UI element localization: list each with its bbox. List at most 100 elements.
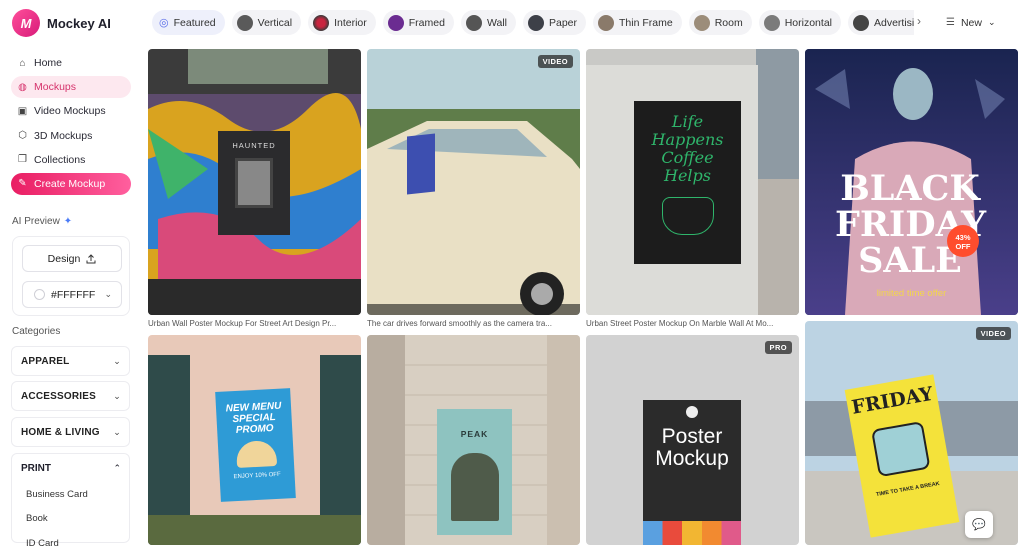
collections-icon: ❐ — [18, 154, 27, 166]
create-mockup-button[interactable]: ✎ Create Mockup — [11, 172, 131, 195]
sort-icon: ☰ — [946, 17, 955, 28]
sort-dropdown[interactable]: ☰ New ⌄ — [946, 12, 1008, 33]
poster-title: NEW MENU SPECIAL PROMO — [225, 400, 282, 437]
filter-bar: ◎ Featured Vertical Interior Framed Wall… — [152, 10, 914, 35]
chat-icon: 💬 — [972, 519, 986, 531]
chip-thumbnail — [693, 14, 710, 31]
cans-illustration — [871, 420, 931, 478]
upload-icon — [86, 253, 96, 263]
nav-item-3d-mockups[interactable]: ⬡ 3D Mockups — [11, 125, 131, 147]
cube-icon: ⬡ — [18, 130, 27, 142]
nav-item-video-mockups[interactable]: ▣ Video Mockups — [11, 100, 131, 122]
chip-label: Featured — [173, 16, 216, 29]
poster-subtitle: limited time offer — [876, 288, 947, 299]
mockup-card[interactable]: VIDEO — [367, 49, 580, 315]
nav-item-collections[interactable]: ❐ Collections — [11, 149, 131, 171]
poster-title: FRIDAY — [849, 382, 935, 419]
category-home-living[interactable]: HOME & LIVING ⌄ — [11, 417, 130, 447]
chat-feedback-button[interactable]: 💬 — [965, 511, 993, 538]
color-swatch — [34, 289, 45, 300]
chip-thumbnail — [763, 14, 780, 31]
category-item-book[interactable]: Book — [12, 507, 129, 532]
mockup-card[interactable]: Life Happens Coffee Helps — [586, 49, 799, 315]
ai-preview-panel: Design #FFFFFF ⌄ — [12, 236, 130, 316]
categories-label: Categories — [12, 326, 61, 337]
nav-item-mockups[interactable]: ◍ Mockups — [11, 76, 131, 99]
app-name: Mockey AI — [47, 15, 111, 31]
card-caption: The car drives forward smoothly as the c… — [367, 319, 552, 328]
chevron-down-icon: ⌄ — [987, 17, 996, 27]
filter-chip-thin-frame[interactable]: Thin Frame — [593, 10, 682, 35]
poster-illustration — [661, 197, 714, 235]
mockup-card[interactable]: NEW MENU SPECIAL PROMO ENJOY 10% OFF — [148, 335, 361, 545]
category-label: PRINT — [21, 462, 51, 474]
poster-logo-icon — [686, 406, 698, 418]
chip-label: Paper — [548, 16, 578, 29]
pro-badge: PRO — [764, 341, 792, 354]
chevron-down-icon: ⌄ — [113, 426, 121, 437]
chip-thumbnail — [387, 14, 404, 31]
chevron-down-icon: ⌄ — [113, 390, 121, 401]
color-value: #FFFFFF — [51, 288, 96, 301]
discount-badge: 43% OFF — [947, 225, 979, 257]
filter-chip-room[interactable]: Room — [688, 10, 752, 35]
palette-icon: ◍ — [18, 81, 27, 93]
chevron-down-icon: ⌄ — [113, 355, 121, 366]
sort-label: New — [960, 16, 982, 29]
filter-chip-horizontal[interactable]: Horizontal — [758, 10, 841, 35]
poster: PEAK — [437, 409, 512, 535]
mockup-card[interactable]: HAUNTED — [148, 49, 361, 315]
filter-chip-framed[interactable]: Framed — [382, 10, 454, 35]
chip-thumbnail — [236, 14, 253, 31]
category-label: APPAREL — [21, 355, 70, 367]
nav-item-home[interactable]: ⌂ Home — [11, 52, 131, 74]
filter-chip-vertical[interactable]: Vertical — [231, 10, 302, 35]
video-badge: VIDEO — [975, 327, 1011, 340]
filter-chip-featured[interactable]: ◎ Featured — [152, 10, 225, 35]
poster-window-icon — [235, 158, 273, 208]
nav-item-label: Create Mockup — [34, 177, 106, 190]
nav-item-label: Mockups — [34, 81, 77, 94]
category-print: PRINT ⌃ Business Card Book ID Card — [11, 453, 130, 549]
chevron-down-icon: ⌄ — [104, 289, 112, 299]
color-picker[interactable]: #FFFFFF ⌄ — [22, 281, 122, 308]
ai-preview-text: AI Preview — [12, 216, 60, 227]
chevron-right-icon[interactable]: › — [917, 14, 921, 28]
mockup-card[interactable]: BLACK FRIDAY SALE 43% OFF limited time o… — [805, 49, 1018, 315]
design-button-label: Design — [47, 252, 81, 265]
poster-title: Life Happens Coffee Helps — [651, 112, 724, 185]
chip-label: Advertising — [874, 16, 914, 29]
sidebar: M Mockey AI ⌂ Home ◍ Mockups ▣ Video Moc… — [0, 0, 142, 549]
poster: Life Happens Coffee Helps — [634, 101, 741, 264]
app-logo[interactable]: M Mockey AI — [12, 9, 111, 37]
featured-icon: ◎ — [159, 17, 169, 29]
chip-thumbnail — [313, 14, 330, 31]
mockup-card[interactable]: Poster Mockup PRO — [586, 335, 799, 545]
main-nav: ⌂ Home ◍ Mockups ▣ Video Mockups ⬡ 3D Mo… — [11, 52, 131, 197]
category-apparel[interactable]: APPAREL ⌄ — [11, 346, 130, 376]
chip-label: Thin Frame — [619, 16, 673, 29]
category-accessories[interactable]: ACCESSORIES ⌄ — [11, 381, 130, 411]
chip-label: Framed — [408, 16, 445, 29]
category-label: ACCESSORIES — [21, 390, 96, 402]
chip-thumbnail — [527, 14, 544, 31]
home-icon: ⌂ — [19, 57, 26, 69]
filter-chip-wall[interactable]: Wall — [460, 10, 516, 35]
filter-chip-advertising[interactable]: Advertising — [848, 10, 914, 35]
filter-chip-paper[interactable]: Paper — [522, 10, 587, 35]
create-icon: ✎ — [18, 178, 27, 190]
category-print-header[interactable]: PRINT ⌃ — [12, 454, 129, 482]
chip-label: Room — [714, 16, 743, 29]
category-item-id-card[interactable]: ID Card — [12, 531, 129, 556]
nav-item-label: Collections — [34, 153, 86, 166]
card-caption: Urban Street Poster Mockup On Marble Wal… — [586, 319, 774, 328]
hiker-illustration — [450, 453, 499, 521]
filter-chip-interior[interactable]: Interior — [308, 10, 376, 35]
chip-label: Vertical — [257, 16, 293, 29]
video-badge: VIDEO — [537, 55, 573, 68]
category-item-business-card[interactable]: Business Card — [12, 482, 129, 507]
poster — [407, 133, 435, 195]
mockup-card[interactable]: PEAK — [367, 335, 580, 545]
taco-illustration — [235, 439, 277, 469]
design-upload-button[interactable]: Design — [22, 245, 122, 272]
